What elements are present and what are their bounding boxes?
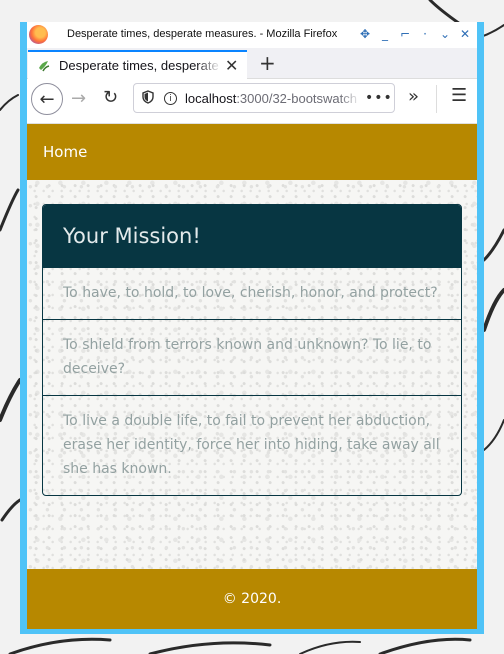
navigation-toolbar: ← → ↻ i localhost:3000/32-bootswatch •••…	[27, 79, 477, 124]
tab-favicon-icon	[37, 59, 51, 73]
browser-window: Desperate times, desperate measures. - M…	[20, 22, 484, 634]
hamburger-menu-button[interactable]: ☰	[451, 85, 467, 106]
list-item: To live a double life, to fail to preven…	[43, 395, 461, 495]
tab-close-icon[interactable]: ✕	[225, 56, 238, 75]
reload-button[interactable]: ↻	[103, 87, 118, 108]
tab-strip: Desperate times, desperate measures. ✕ +	[27, 48, 477, 79]
firefox-logo-icon	[29, 25, 48, 44]
tab-label: Desperate times, desperate measures.	[59, 58, 221, 73]
list-item: To shield from terrors known and unknown…	[43, 319, 461, 395]
url-text[interactable]: localhost:3000/32-bootswatch	[185, 91, 361, 106]
site-footer: © 2020.	[27, 569, 477, 629]
window-titlebar: Desperate times, desperate measures. - M…	[27, 22, 477, 48]
minimize-icon[interactable]: _	[379, 26, 391, 42]
tracking-shield-icon[interactable]	[142, 89, 154, 107]
page-actions-button[interactable]: •••	[365, 90, 393, 106]
move-icon[interactable]: ✥	[359, 26, 371, 42]
list-item: To have, to hold, to love, cherish, hono…	[43, 267, 461, 319]
card-title: Your Mission!	[43, 205, 461, 267]
shade-icon[interactable]: ·	[419, 26, 431, 42]
page-content: Home Your Mission! To have, to hold, to …	[27, 124, 477, 629]
nav-home-link[interactable]: Home	[43, 143, 87, 161]
close-icon[interactable]: ✕	[459, 26, 471, 42]
window-controls: ✥ _ ⌐ · ⌄ ✕	[359, 26, 471, 42]
forward-button[interactable]: →	[71, 88, 86, 109]
chevron-down-icon[interactable]: ⌄	[439, 26, 451, 42]
new-tab-button[interactable]: +	[259, 51, 276, 75]
site-navbar: Home	[27, 124, 477, 180]
toolbar-separator	[436, 85, 437, 113]
url-bar[interactable]: i localhost:3000/32-bootswatch •••	[133, 83, 395, 113]
mission-card: Your Mission! To have, to hold, to love,…	[42, 204, 462, 496]
window-title: Desperate times, desperate measures. - M…	[67, 28, 338, 40]
restore-icon[interactable]: ⌐	[399, 26, 411, 42]
tab-active[interactable]: Desperate times, desperate measures. ✕	[28, 50, 247, 79]
footer-copyright: © 2020.	[222, 591, 282, 607]
back-button[interactable]: ←	[31, 83, 63, 115]
overflow-menu-button[interactable]: »	[408, 86, 419, 107]
site-info-icon[interactable]: i	[164, 91, 177, 105]
